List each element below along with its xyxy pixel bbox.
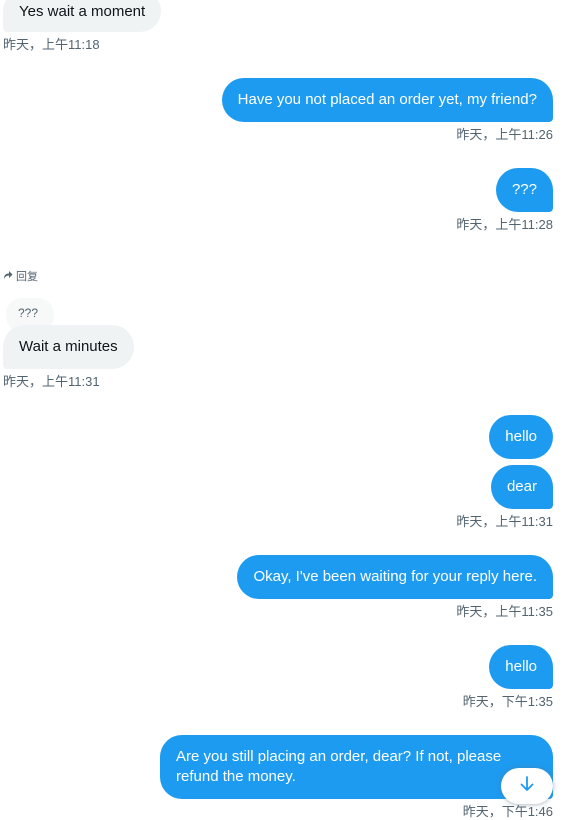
message-timestamp: 昨天，上午11:28	[456, 217, 553, 232]
reply-indicator: 回复	[3, 268, 38, 284]
message-timestamp: 昨天，下午1:35	[462, 694, 553, 709]
message-text: Wait a minutes	[19, 338, 118, 355]
message-text-line: Are you still placing an order, dear? If…	[176, 748, 502, 765]
outgoing-message-bubble[interactable]: ???	[495, 168, 553, 212]
incoming-message-bubble[interactable]: Yes wait a moment	[3, 0, 162, 32]
quoted-text: ???	[18, 306, 39, 320]
arrow-down-icon	[519, 775, 535, 798]
message-text: hello	[505, 428, 537, 445]
message-timestamp: 昨天，下午1:46	[462, 804, 553, 819]
message-text: ???	[511, 181, 537, 198]
outgoing-message-bubble[interactable]: hello	[489, 645, 553, 689]
outgoing-message-bubble[interactable]: dear	[490, 465, 553, 509]
message-timestamp: 昨天，上午11:18	[3, 37, 100, 52]
message-text: Yes wait a moment	[19, 3, 146, 20]
reply-arrow-icon	[3, 270, 13, 283]
message-timestamp: 昨天，上午11:31	[456, 514, 553, 529]
message-text: dear	[506, 478, 537, 495]
message-timestamp: 昨天，上午11:35	[456, 604, 553, 619]
scroll-to-bottom-button[interactable]	[501, 768, 553, 804]
outgoing-message-bubble[interactable]: Are you still placing an order, dear? If…	[160, 735, 553, 799]
outgoing-message-bubble[interactable]: Okay, I've been waiting for your reply h…	[237, 555, 553, 599]
message-timestamp: 昨天，上午11:26	[456, 127, 553, 142]
message-text-line: refund the money.	[176, 768, 296, 785]
outgoing-message-bubble[interactable]: Have you not placed an order yet, my fri…	[221, 78, 553, 122]
message-text: Have you not placed an order yet, my fri…	[237, 91, 537, 108]
reply-label: 回复	[16, 271, 38, 283]
message-timestamp: 昨天，上午11:31	[3, 374, 100, 389]
message-text: hello	[505, 658, 537, 675]
message-text: Okay, I've been waiting for your reply h…	[253, 568, 537, 585]
outgoing-message-bubble[interactable]: hello	[489, 415, 553, 459]
incoming-message-bubble[interactable]: Wait a minutes	[3, 325, 134, 369]
